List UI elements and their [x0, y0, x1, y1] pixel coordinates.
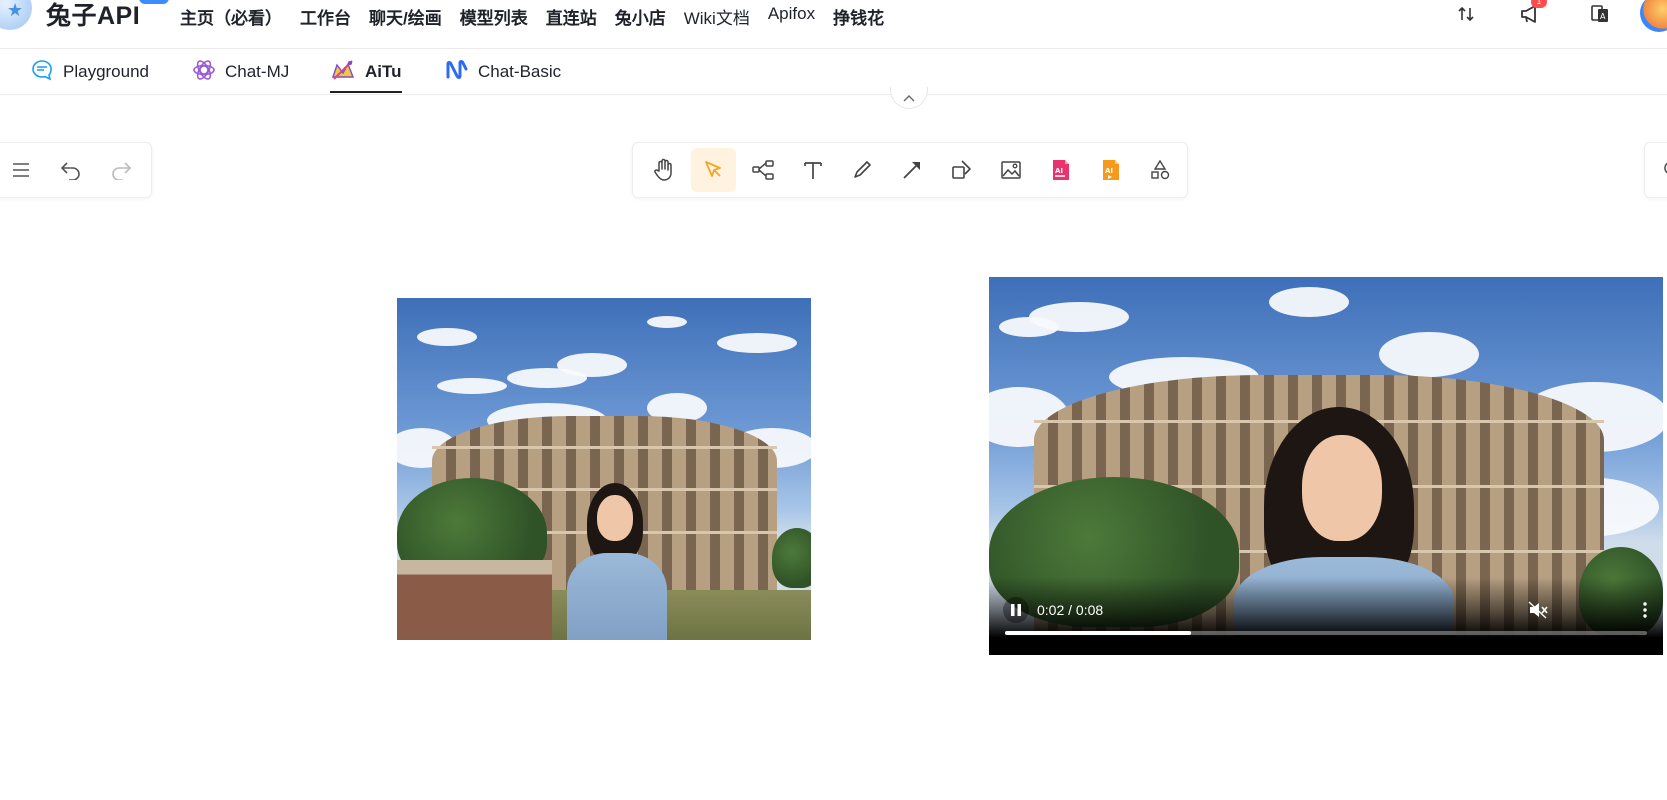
- arrow-icon: [903, 162, 921, 179]
- nav-workbench[interactable]: 工作台: [300, 4, 351, 29]
- pen-tool[interactable]: [840, 148, 886, 192]
- cloud: [717, 333, 797, 353]
- text-icon: [803, 162, 822, 179]
- cloud: [557, 353, 627, 377]
- woman-portrait: [562, 483, 672, 640]
- logo-icon[interactable]: ★: [0, 0, 32, 30]
- more-options-button[interactable]: [1635, 597, 1655, 623]
- tab-label: AiTu: [365, 62, 402, 81]
- pencil-icon: [854, 161, 872, 178]
- app: ★ 兔子API 主页（必看） 工作台 聊天/绘画 模型列表 直连站 兔小店 Wi…: [0, 0, 1667, 800]
- aitu-logo-icon: [330, 57, 356, 88]
- pause-button[interactable]: [1003, 597, 1029, 623]
- shape-tool[interactable]: [939, 148, 985, 192]
- avatar[interactable]: [1640, 0, 1667, 32]
- ai-video-icon: AI: [1102, 160, 1119, 180]
- mindmap-icon: [752, 160, 774, 180]
- tab-label: Chat-Basic: [478, 62, 562, 81]
- tab-aitu[interactable]: AiTu: [330, 49, 402, 95]
- main-nav: 主页（必看） 工作台 聊天/绘画 模型列表 直连站 兔小店 Wiki文档 Api…: [180, 4, 902, 29]
- image-icon: [1001, 161, 1022, 179]
- zoom-icon[interactable]: [1659, 156, 1667, 184]
- nav-chat-draw[interactable]: 聊天/绘画: [369, 4, 442, 29]
- openai-logo-icon: [192, 58, 216, 87]
- redo-icon[interactable]: [107, 156, 135, 184]
- more-tools[interactable]: [1137, 148, 1183, 192]
- sort-icon[interactable]: [1454, 2, 1478, 26]
- cloud: [417, 328, 477, 346]
- nav-home[interactable]: 主页（必看）: [180, 4, 282, 29]
- extra-shapes-icon: [1151, 159, 1170, 180]
- ai-video-tool[interactable]: AI: [1088, 148, 1134, 192]
- cloud: [647, 316, 687, 328]
- stone-wall: [397, 560, 552, 640]
- nav-model-list[interactable]: 模型列表: [460, 4, 528, 29]
- muted-icon: [1528, 601, 1548, 619]
- translate-icon[interactable]: A: [1588, 2, 1612, 26]
- nav-earn[interactable]: 挣钱花: [833, 4, 884, 29]
- tab-label: Playground: [63, 62, 150, 81]
- canvas-video-player[interactable]: 0:02 / 0:08: [989, 277, 1663, 655]
- video-controls: 0:02 / 0:08: [989, 577, 1663, 655]
- svg-text:A: A: [1600, 12, 1606, 21]
- undo-icon[interactable]: [57, 156, 85, 184]
- tab-chat-mj[interactable]: Chat-MJ: [192, 49, 289, 95]
- svg-text:AI: AI: [1105, 167, 1113, 175]
- select-tool[interactable]: [690, 148, 737, 192]
- canvas-menu-panel: [0, 142, 152, 198]
- video-progress-bar[interactable]: [1005, 631, 1647, 635]
- vertical-dots-icon: [1643, 602, 1647, 618]
- arrow-tool[interactable]: [889, 148, 935, 192]
- cloud: [999, 317, 1059, 337]
- drawing-toolbar: AI AI: [632, 142, 1188, 198]
- brand-name[interactable]: 兔子API: [46, 0, 140, 32]
- mute-button[interactable]: [1525, 597, 1551, 623]
- cloud: [1379, 332, 1479, 377]
- cloud: [1269, 287, 1349, 317]
- hand-icon: [654, 158, 672, 181]
- shapes-icon: [951, 160, 971, 179]
- top-header: ★ 兔子API 主页（必看） 工作台 聊天/绘画 模型列表 直连站 兔小店 Wi…: [0, 0, 1667, 49]
- image-tool[interactable]: [988, 148, 1034, 192]
- text-tool[interactable]: [790, 148, 836, 192]
- hand-tool[interactable]: [641, 148, 687, 192]
- canvas-image-colosseum-photo[interactable]: [397, 298, 811, 640]
- nav-shop[interactable]: 兔小店: [615, 4, 666, 29]
- ai-image-tool[interactable]: AI: [1038, 148, 1084, 192]
- menu-icon[interactable]: [7, 156, 35, 184]
- pause-icon: [1011, 604, 1021, 616]
- nav-wiki[interactable]: Wiki文档: [684, 4, 750, 29]
- chat-bubble-icon: [30, 58, 54, 87]
- pointer-icon: [705, 161, 722, 177]
- video-time: 0:02 / 0:08: [1037, 602, 1104, 618]
- video-progress-fill: [1005, 631, 1192, 635]
- mindmap-tool[interactable]: [740, 148, 786, 192]
- tab-chat-basic[interactable]: Chat-Basic: [445, 49, 561, 95]
- nav-direct-site[interactable]: 直连站: [546, 4, 597, 29]
- app-tabs: Playground Chat-MJ AiTu Chat-Basic: [0, 49, 1667, 95]
- zoom-panel: [1644, 142, 1667, 198]
- collapse-header-button[interactable]: [890, 87, 928, 109]
- chevron-up-icon: [903, 94, 915, 101]
- tab-playground[interactable]: Playground: [30, 49, 149, 95]
- svg-text:AI: AI: [1055, 167, 1063, 175]
- brand-badge: [139, 0, 169, 4]
- tab-label: Chat-MJ: [225, 62, 290, 81]
- nav-apifox[interactable]: Apifox: [768, 4, 815, 29]
- ai-image-icon: AI: [1052, 160, 1069, 180]
- trees: [772, 528, 811, 588]
- notification-badge: 1: [1531, 0, 1547, 8]
- chat-basic-logo-icon: [445, 58, 469, 87]
- cloud: [437, 378, 507, 394]
